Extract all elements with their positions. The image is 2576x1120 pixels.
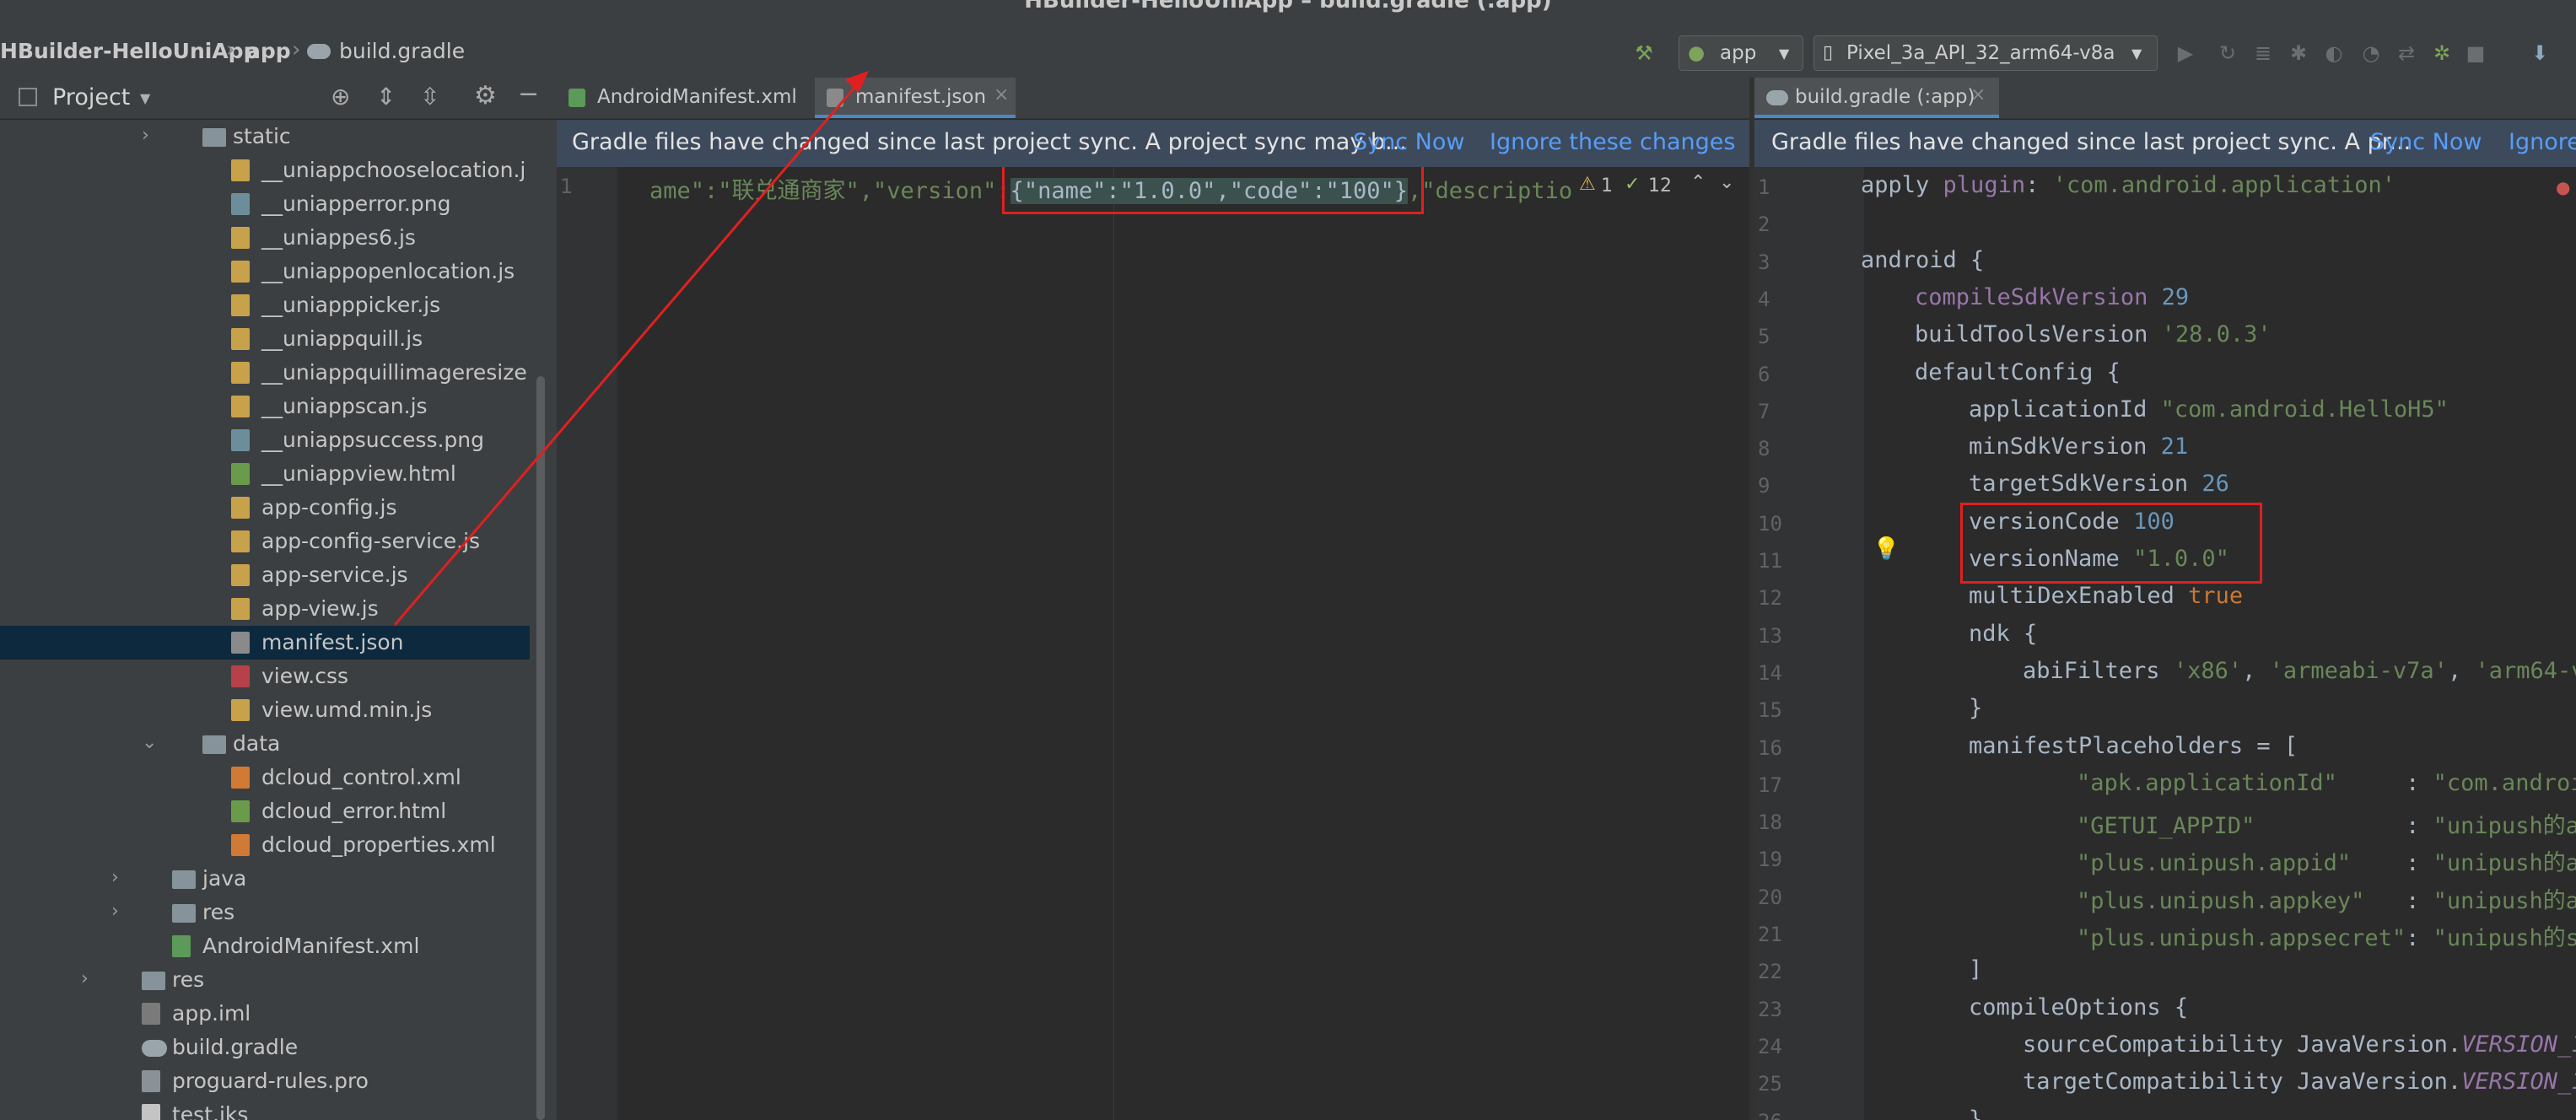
- arrow-head: [845, 71, 869, 93]
- annotation-arrow: [393, 71, 869, 626]
- arrow-line: [393, 82, 860, 626]
